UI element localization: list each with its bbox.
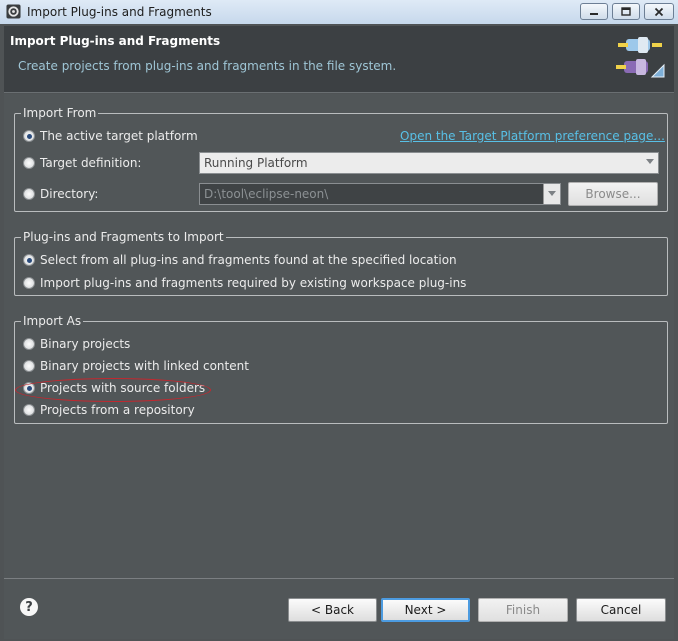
window-title: Import Plug-ins and Fragments (27, 5, 212, 19)
import-from-legend: Import From (23, 106, 97, 120)
chevron-down-icon (646, 159, 654, 164)
radio-indicator (23, 404, 35, 416)
radio-binary-linked-content[interactable]: Binary projects with linked content (23, 357, 249, 375)
banner-subtitle: Create projects from plug-ins and fragme… (18, 59, 397, 73)
radio-label: Projects from a repository (40, 403, 195, 417)
chevron-down-icon (548, 191, 556, 196)
banner-separator (4, 92, 674, 93)
maximize-button[interactable] (612, 3, 640, 20)
radio-label: Select from all plug-ins and fragments f… (40, 253, 457, 267)
radio-indicator (23, 157, 35, 169)
import-wizard-window: Import Plug-ins and Fragments Import Plu… (0, 0, 678, 641)
plugins-to-import-legend: Plug-ins and Fragments to Import (23, 230, 224, 244)
radio-label: Binary projects with linked content (40, 359, 249, 373)
eclipse-gear-icon (6, 4, 21, 19)
radio-label: Binary projects (40, 337, 131, 351)
radio-label: Target definition: (40, 156, 142, 170)
radio-label: The active target platform (40, 129, 198, 143)
finish-button[interactable]: Finish (478, 598, 568, 622)
radio-indicator (23, 130, 35, 142)
radio-target-definition[interactable]: Target definition: (23, 154, 141, 172)
close-button[interactable] (644, 3, 674, 20)
radio-indicator (23, 254, 35, 266)
import-as-group: Import As Binary projects Binary project… (14, 314, 668, 424)
radio-label: Import plug-ins and fragments required b… (40, 276, 467, 290)
target-definition-combo[interactable]: Running Platform (199, 152, 659, 174)
wizard-content: Import From The active target platform O… (4, 94, 674, 578)
combo-dropdown-button[interactable] (543, 184, 560, 204)
radio-projects-from-repository[interactable]: Projects from a repository (23, 401, 195, 419)
radio-select-from-all[interactable]: Select from all plug-ins and fragments f… (23, 251, 457, 269)
title-bar: Import Plug-ins and Fragments (0, 0, 678, 24)
close-icon (654, 7, 664, 16)
plugins-to-import-group: Plug-ins and Fragments to Import Select … (14, 230, 668, 296)
maximize-icon (621, 7, 631, 16)
radio-indicator (23, 360, 35, 372)
radio-directory[interactable]: Directory: (23, 185, 98, 203)
cancel-button[interactable]: Cancel (576, 598, 666, 622)
radio-label: Directory: (40, 187, 99, 201)
minimize-button[interactable] (580, 3, 608, 20)
import-from-group: Import From The active target platform O… (14, 106, 668, 212)
radio-binary-projects[interactable]: Binary projects (23, 335, 130, 353)
wizard-banner: Import Plug-ins and Fragments Create pro… (4, 26, 674, 92)
combo-value: Running Platform (204, 156, 308, 170)
target-platform-preference-link[interactable]: Open the Target Platform preference page… (400, 129, 665, 143)
directory-combo[interactable]: D:\tool\eclipse-neon\ (199, 183, 561, 205)
help-icon[interactable]: ? (20, 598, 38, 616)
radio-import-required[interactable]: Import plug-ins and fragments required b… (23, 274, 466, 292)
browse-button[interactable]: Browse... (568, 182, 658, 206)
import-as-legend: Import As (23, 314, 82, 328)
radio-active-target-platform[interactable]: The active target platform (23, 127, 198, 145)
plugin-import-wizard-icon (616, 37, 665, 78)
banner-title: Import Plug-ins and Fragments (10, 34, 221, 48)
radio-indicator (23, 338, 35, 350)
back-button[interactable]: < Back (288, 598, 377, 622)
next-button[interactable]: Next > (381, 598, 470, 622)
minimize-icon (590, 12, 598, 15)
radio-indicator (23, 277, 35, 289)
combo-value: D:\tool\eclipse-neon\ (204, 187, 329, 201)
radio-indicator (23, 188, 35, 200)
red-annotation-ellipse (15, 378, 211, 402)
